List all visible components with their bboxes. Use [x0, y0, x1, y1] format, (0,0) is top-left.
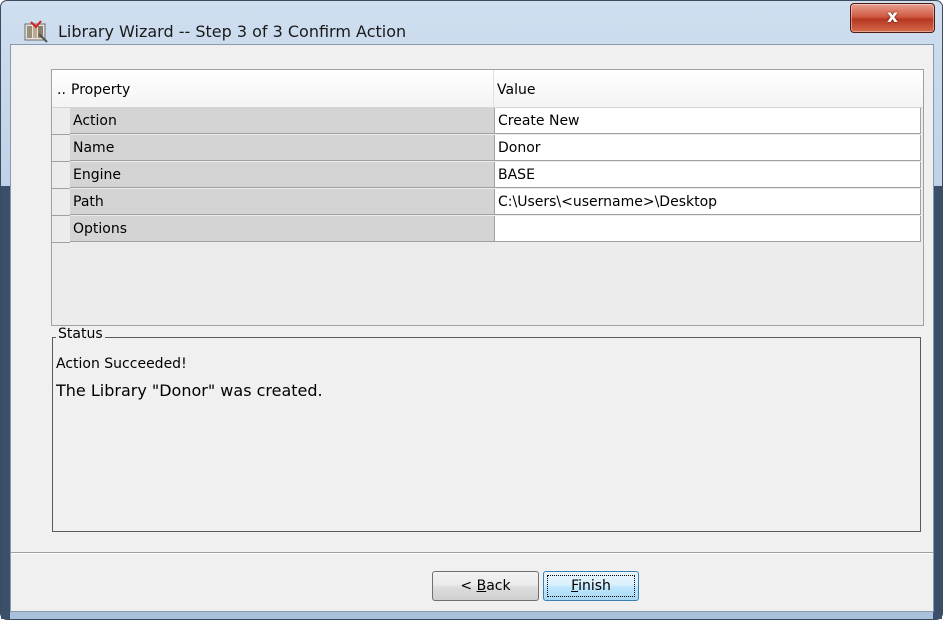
value-cell[interactable]: BASE	[495, 162, 921, 188]
wizard-window: Library Wizard -- Step 3 of 3 Confirm Ac…	[0, 0, 943, 620]
grid-row-engine[interactable]: Engine BASE	[52, 162, 923, 189]
finish-button[interactable]: Finish	[543, 571, 639, 601]
library-wizard-icon	[24, 20, 48, 43]
status-result-text: Action Succeeded!	[56, 356, 187, 372]
column-header-value[interactable]: Value	[494, 70, 921, 107]
window-frame-right	[933, 186, 942, 619]
property-cell[interactable]: Action	[70, 108, 495, 134]
row-header[interactable]	[52, 135, 70, 162]
grid-row-path[interactable]: Path C:\Users\<username>\Desktop	[52, 189, 923, 216]
wizard-client-area: .. Property Value Action Create New Name…	[10, 44, 934, 612]
column-header-property[interactable]: Property	[68, 70, 494, 107]
window-frame-left	[1, 186, 10, 619]
row-selector-header[interactable]: ..	[54, 70, 68, 107]
value-cell[interactable]: Donor	[495, 135, 921, 161]
property-cell[interactable]: Path	[70, 189, 495, 215]
focus-ring	[547, 575, 635, 597]
back-label-rest: ack	[486, 578, 511, 594]
title-bar[interactable]: Library Wizard -- Step 3 of 3 Confirm Ac…	[1, 1, 942, 43]
close-icon: x	[887, 7, 898, 27]
row-header[interactable]	[52, 108, 70, 135]
value-cell[interactable]: C:\Users\<username>\Desktop	[495, 189, 921, 215]
value-cell[interactable]	[495, 216, 921, 242]
status-message-text: The Library "Donor" was created.	[56, 381, 323, 400]
window-title: Library Wizard -- Step 3 of 3 Confirm Ac…	[58, 22, 407, 41]
row-header[interactable]	[52, 162, 70, 189]
value-cell[interactable]: Create New	[495, 108, 921, 134]
row-header[interactable]	[52, 216, 70, 243]
grid-header: .. Property Value	[52, 70, 923, 108]
button-separator	[11, 552, 933, 554]
back-prefix: <	[460, 578, 477, 594]
row-header[interactable]	[52, 189, 70, 216]
back-button[interactable]: < Back	[432, 571, 539, 601]
close-button[interactable]: x	[850, 3, 935, 33]
back-mnemonic: B	[476, 578, 487, 594]
property-grid: .. Property Value Action Create New Name…	[51, 69, 924, 326]
property-cell[interactable]: Engine	[70, 162, 495, 188]
grid-row-name[interactable]: Name Donor	[52, 135, 923, 162]
property-cell[interactable]: Name	[70, 135, 495, 161]
property-cell[interactable]: Options	[70, 216, 495, 242]
status-legend: Status	[56, 326, 105, 342]
grid-row-options[interactable]: Options	[52, 216, 923, 243]
grid-row-action[interactable]: Action Create New	[52, 108, 923, 135]
